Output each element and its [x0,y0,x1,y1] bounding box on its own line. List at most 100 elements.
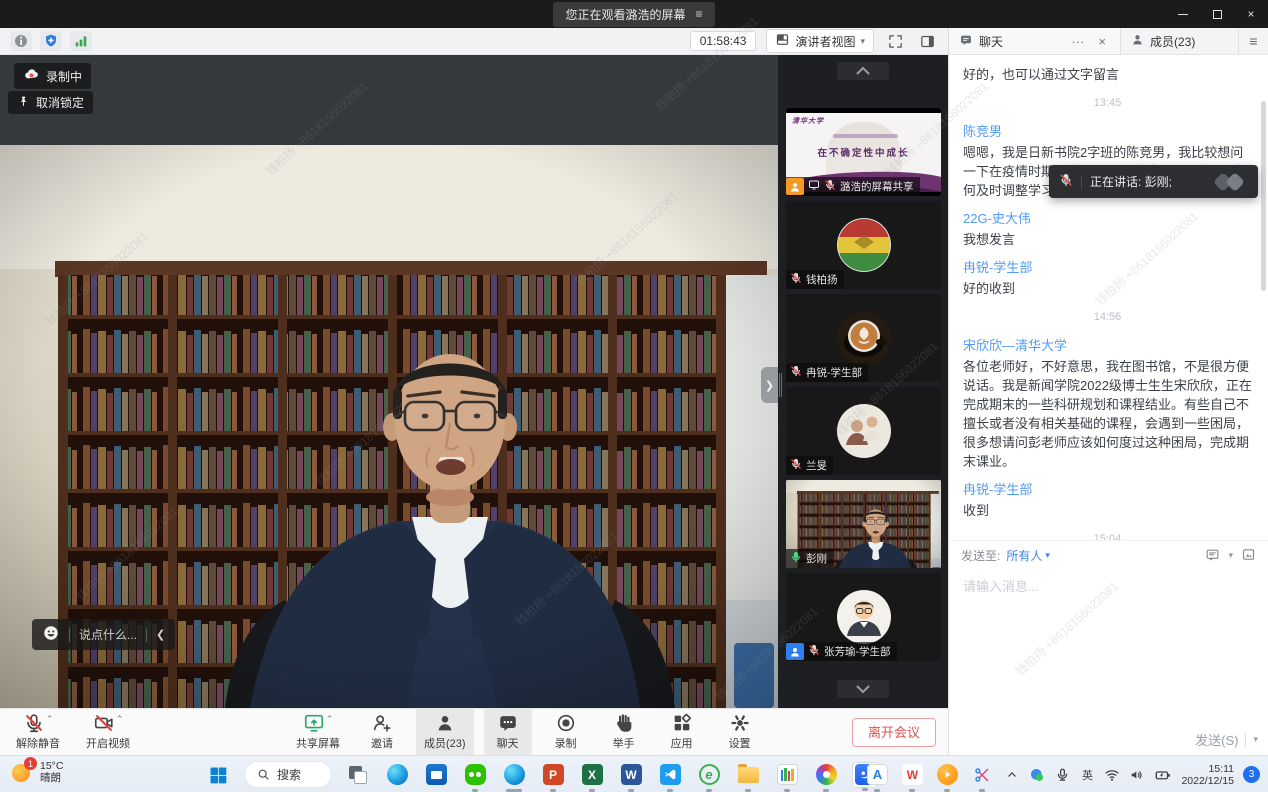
unlock-button[interactable]: 取消锁定 [8,91,93,114]
pin-icon [17,95,30,111]
taskbar-app-file-explorer[interactable] [735,762,761,788]
tray-chevron-up-icon[interactable] [1004,769,1020,781]
taskbar-app-translate-a[interactable]: A [864,762,890,788]
toolbar-chat[interactable]: 聊天 [484,709,532,755]
minimize-button[interactable] [1166,0,1200,28]
viewing-banner: 您正在观看潞浩的屏幕 ≡ [553,2,714,27]
chat-message-list[interactable]: 好的，也可以通过文字留言13:45陈竞男嗯嗯，我是日新书院2字班的陈竞男，我比较… [949,55,1258,540]
chat-history-icon[interactable] [1205,547,1220,565]
strip-drag-handle[interactable] [779,373,782,397]
chat-input[interactable] [949,570,1268,729]
scroll-down-button[interactable] [837,680,889,698]
mic-muted-icon [824,179,836,194]
speaking-toast: 正在讲话: 彭刚; [1049,165,1258,198]
mic-muted-icon [790,365,802,380]
taskbar-clock[interactable]: 15:112022/12/15 [1181,763,1234,787]
participant-tile-video[interactable]: 兰旻 [786,387,941,475]
tab-members[interactable]: 成员(23) [1120,28,1238,54]
taskbar-app-photos[interactable] [813,762,839,788]
layout-view-icon [775,32,790,50]
chevron-up-icon[interactable]: ⌃ [116,714,124,724]
cloud-recording-icon [23,66,40,86]
fullscreen-icon[interactable] [884,31,906,51]
taskbar-app-start[interactable] [205,762,231,788]
taskbar-app-excel[interactable]: X [579,762,605,788]
toast-decoration [1214,172,1248,192]
strip-expand-handle[interactable]: ❯ [761,367,778,403]
leave-meeting-button[interactable]: 离开会议 [852,718,936,747]
taskbar-app-reader[interactable] [774,762,800,788]
taskbar-app-store[interactable] [423,762,449,788]
chat-bubble-icon [959,33,973,50]
toolbar-members[interactable]: 成员(23) [416,709,474,755]
taskbar-search[interactable]: 搜索 [244,761,332,788]
screenshot-icon[interactable] [1241,547,1256,565]
chat-more-icon[interactable]: ··· [1067,34,1088,49]
security-shield-icon[interactable] [40,31,62,51]
toolbar-screen-share[interactable]: ⌃共享屏幕 [288,709,348,755]
close-button[interactable]: × [1234,0,1268,28]
participant-label: 钱柏扬 [786,270,844,289]
send-to-select[interactable]: 所有人▾ [1006,547,1050,564]
taskbar-app-edge-browser[interactable] [501,762,527,788]
banner-menu-icon[interactable]: ≡ [696,7,703,21]
send-to-bar: 发送至: 所有人▾ ▾ [949,540,1268,570]
toolbar-camera-off[interactable]: ⌃开启视频 [78,709,138,755]
toolbar-raise-hand[interactable]: 举手 [600,709,648,755]
participant-tile-screenshare[interactable]: 清华大学 在不确定性中成长 潞浩的屏幕共享 [786,108,941,196]
toolbar-apps[interactable]: 应用 [658,709,706,755]
weather-widget[interactable]: 1 15°C晴朗 [10,760,63,784]
taskbar-app-wps[interactable]: W [899,762,925,788]
viewing-banner-text: 您正在观看潞浩的屏幕 [565,6,685,23]
member-person-icon [1131,33,1144,49]
toolbar-record[interactable]: 录制 [542,709,590,755]
taskbar-app-task-view[interactable] [345,762,371,788]
view-mode-button[interactable]: 演讲者视图 ▾ [766,29,874,53]
participant-tile-video[interactable]: 冉锐-学生部 [786,294,941,382]
emoji-smiley-icon[interactable] [42,624,60,645]
tray-microphone-icon[interactable] [1054,767,1070,782]
chat-message: 各位老师好，不好意思，我在图书馆，不是很方便说话。我是新闻学院2022级博士生生… [963,357,1252,471]
network-signal-icon[interactable] [70,31,92,51]
taskbar-app-word[interactable]: W [618,762,644,788]
taskbar-app-vscode[interactable] [657,762,683,788]
say-something-label: 说点什么... [79,626,137,643]
send-button[interactable]: 发送(S) [1195,730,1238,749]
toolbar-invite[interactable]: 邀请 [358,709,406,755]
meeting-info-icon[interactable] [10,31,32,51]
collapse-left-icon[interactable]: ❮ [156,628,165,641]
taskbar-app-edge[interactable] [384,762,410,788]
participant-name: 兰旻 [806,458,827,473]
desktop: 您正在观看潞浩的屏幕 ≡ × 01:58:43 演讲者视图 ▾ 聊天 [0,0,1268,792]
notification-badge[interactable]: 3 [1243,766,1260,783]
chat-message: 收到 [963,501,1252,520]
quick-chat-bar[interactable]: 说点什么... ❮ [32,619,175,650]
tray-battery-icon[interactable] [1154,766,1172,784]
taskbar-app-wechat[interactable] [462,762,488,788]
toolbar-settings[interactable]: 设置 [716,709,764,755]
tab-chat[interactable]: 聊天 ··· × [949,28,1120,54]
participant-tile-video[interactable]: 张芳瑜-学生部 [786,573,941,661]
tray-volume-icon[interactable] [1129,767,1145,783]
tray-ime[interactable]: 英 [1079,767,1095,783]
chevron-up-icon[interactable]: ⌃ [46,714,54,724]
participant-tile-video[interactable]: 彭刚 [786,480,941,568]
send-options-icon[interactable]: ▾ [1253,734,1258,745]
tray-security-icon[interactable] [1029,767,1045,783]
chevron-up-icon[interactable]: ⌃ [326,714,334,724]
tray-wifi-icon[interactable] [1104,767,1120,783]
chat-close-icon[interactable]: × [1094,34,1110,49]
sidebar-toggle-icon[interactable] [916,31,938,51]
scroll-up-button[interactable] [837,62,889,80]
panel-menu-icon[interactable]: ≡ [1238,28,1268,54]
taskbar-app-screenclip[interactable] [969,762,995,788]
chat-scrollbar[interactable] [1261,101,1266,291]
taskbar-app-powerpoint[interactable]: P [540,762,566,788]
taskbar-app-ie[interactable]: e [696,762,722,788]
maximize-button[interactable] [1200,0,1234,28]
participant-name: 张芳瑜-学生部 [824,644,891,659]
send-to-label: 发送至: [961,547,1000,564]
taskbar-app-tencent-video[interactable] [934,762,960,788]
participant-tile-video[interactable]: 钱柏扬 [786,201,941,289]
toolbar-mic-muted[interactable]: ⌃解除静音 [8,709,68,755]
